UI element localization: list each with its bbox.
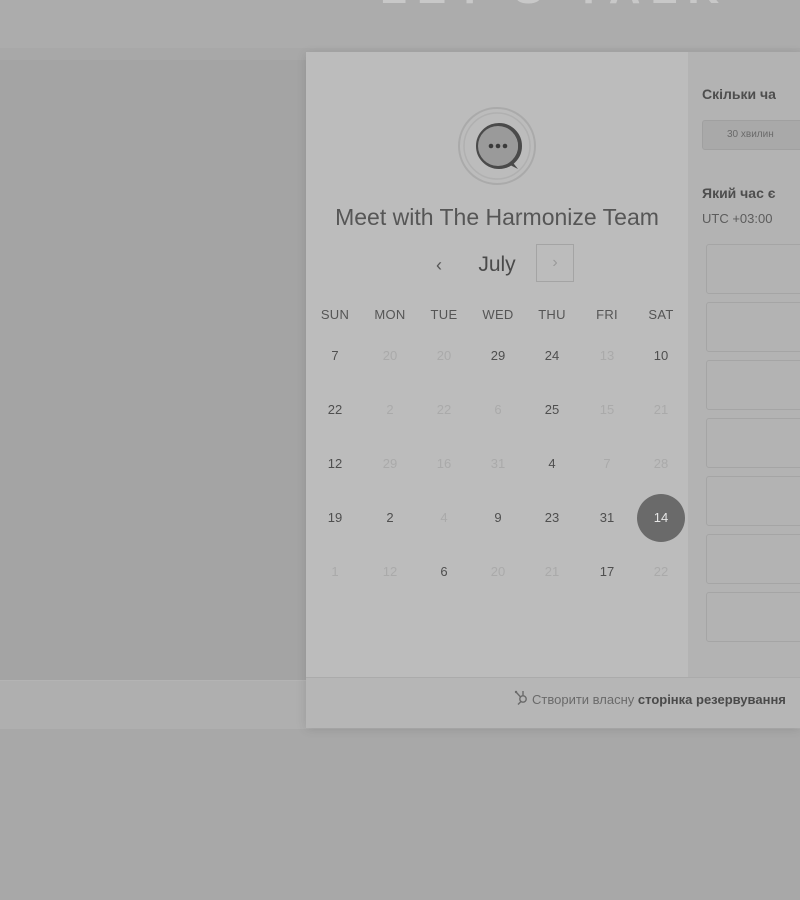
calendar-day: 2 [386,402,394,417]
calendar-day: 7 [603,456,611,471]
calendar-day[interactable]: 23 [525,503,579,533]
time-slot-button[interactable] [706,302,800,352]
calendar-day: 12 [382,564,398,579]
time-heading: Який час є [702,185,776,201]
month-label: July [478,253,516,276]
duration-heading: Скільки ча [702,86,776,102]
calendar-week: 22 2 22 6 25 15 21 [306,395,688,425]
time-slot-button[interactable] [706,592,800,642]
calendar-day: 21 [544,564,560,579]
avatar [458,107,536,185]
calendar-day: 22 [653,564,669,579]
calendar-day[interactable]: 12 [308,449,362,479]
time-slot-button[interactable] [706,418,800,468]
weekday-sun: SUN [320,307,350,322]
calendar-day: 29 [382,456,398,471]
time-slot-button[interactable] [706,476,800,526]
duration-option-button[interactable]: 30 хвилин [702,120,800,150]
calendar-day: 20 [382,348,398,363]
calendar-day[interactable]: 22 [308,395,362,425]
sprocket-icon [514,690,527,705]
footer-prefix: Створити власну [532,692,635,707]
calendar-day: 20 [490,564,506,579]
meeting-title: Meet with The Harmonize Team [335,204,659,230]
calendar-day[interactable]: 2 [363,503,417,533]
calendar-day[interactable]: 24 [525,341,579,371]
calendar-day[interactable]: 6 [417,557,471,587]
background-header: LET'S TALK [0,0,800,48]
prev-month-button[interactable]: ‹ [424,252,454,278]
calendar-day[interactable]: 10 [634,341,688,371]
booking-panel: Скільки ча 30 хвилин Який час є UTC +03:… [688,52,800,677]
calendar-week: 12 29 16 31 4 7 28 [306,449,688,479]
timezone-label[interactable]: UTC +03:00 [702,211,772,226]
create-booking-page-link[interactable]: Створити власну сторінка резервування [532,692,786,707]
next-month-button[interactable]: › [536,244,574,282]
footer-link[interactable]: сторінка резервування [638,692,786,707]
meeting-booking-modal: Meet with The Harmonize Team ‹ July › SU… [306,52,800,728]
calendar-day: 4 [440,510,448,525]
calendar-week: 7 20 20 29 24 13 10 [306,341,688,371]
calendar-day: 20 [436,348,452,363]
calendar-day: 31 [490,456,506,471]
weekday-mon: MON [374,307,406,322]
background-left-panel [0,60,306,680]
calendar-day[interactable]: 25 [525,395,579,425]
calendar-day: 6 [494,402,502,417]
time-slot-button[interactable] [706,360,800,410]
weekday-tue: TUE [430,307,458,322]
calendar-day: 21 [653,402,669,417]
calendar-day: 16 [436,456,452,471]
calendar-day: 22 [436,402,452,417]
chat-bubble-icon [463,112,531,180]
weekday-header: SUN MON TUE WED THU FRI SAT [306,307,688,337]
modal-footer: Створити власну сторінка резервування [306,677,800,728]
time-slot-button[interactable] [706,534,800,584]
page: LET'S TALK Meet with The Harmonize Team … [0,0,800,900]
background-header-text: LET'S TALK [380,0,729,14]
weekday-thu: THU [538,307,566,322]
calendar-panel: Meet with The Harmonize Team ‹ July › SU… [306,52,688,677]
calendar-day[interactable]: 4 [525,449,579,479]
selected-day[interactable]: 14 [637,494,685,542]
calendar-day[interactable]: 7 [308,341,362,371]
time-slot-button[interactable] [706,244,800,294]
calendar-day: 15 [599,402,615,417]
calendar-day[interactable]: 19 [308,503,362,533]
calendar-day: 28 [653,456,669,471]
weekday-sat: SAT [648,307,674,322]
calendar-day: 13 [599,348,615,363]
calendar-day[interactable]: 29 [471,341,525,371]
calendar-day[interactable]: 17 [580,557,634,587]
calendar-day: 1 [331,564,339,579]
weekday-fri: FRI [596,307,618,322]
weekday-wed: WED [482,307,514,322]
calendar-day[interactable]: 9 [471,503,525,533]
calendar-day[interactable]: 31 [580,503,634,533]
calendar-week: 19 2 4 9 23 31 14 [306,494,688,542]
calendar-week: 1 12 6 20 21 17 22 [306,557,688,587]
